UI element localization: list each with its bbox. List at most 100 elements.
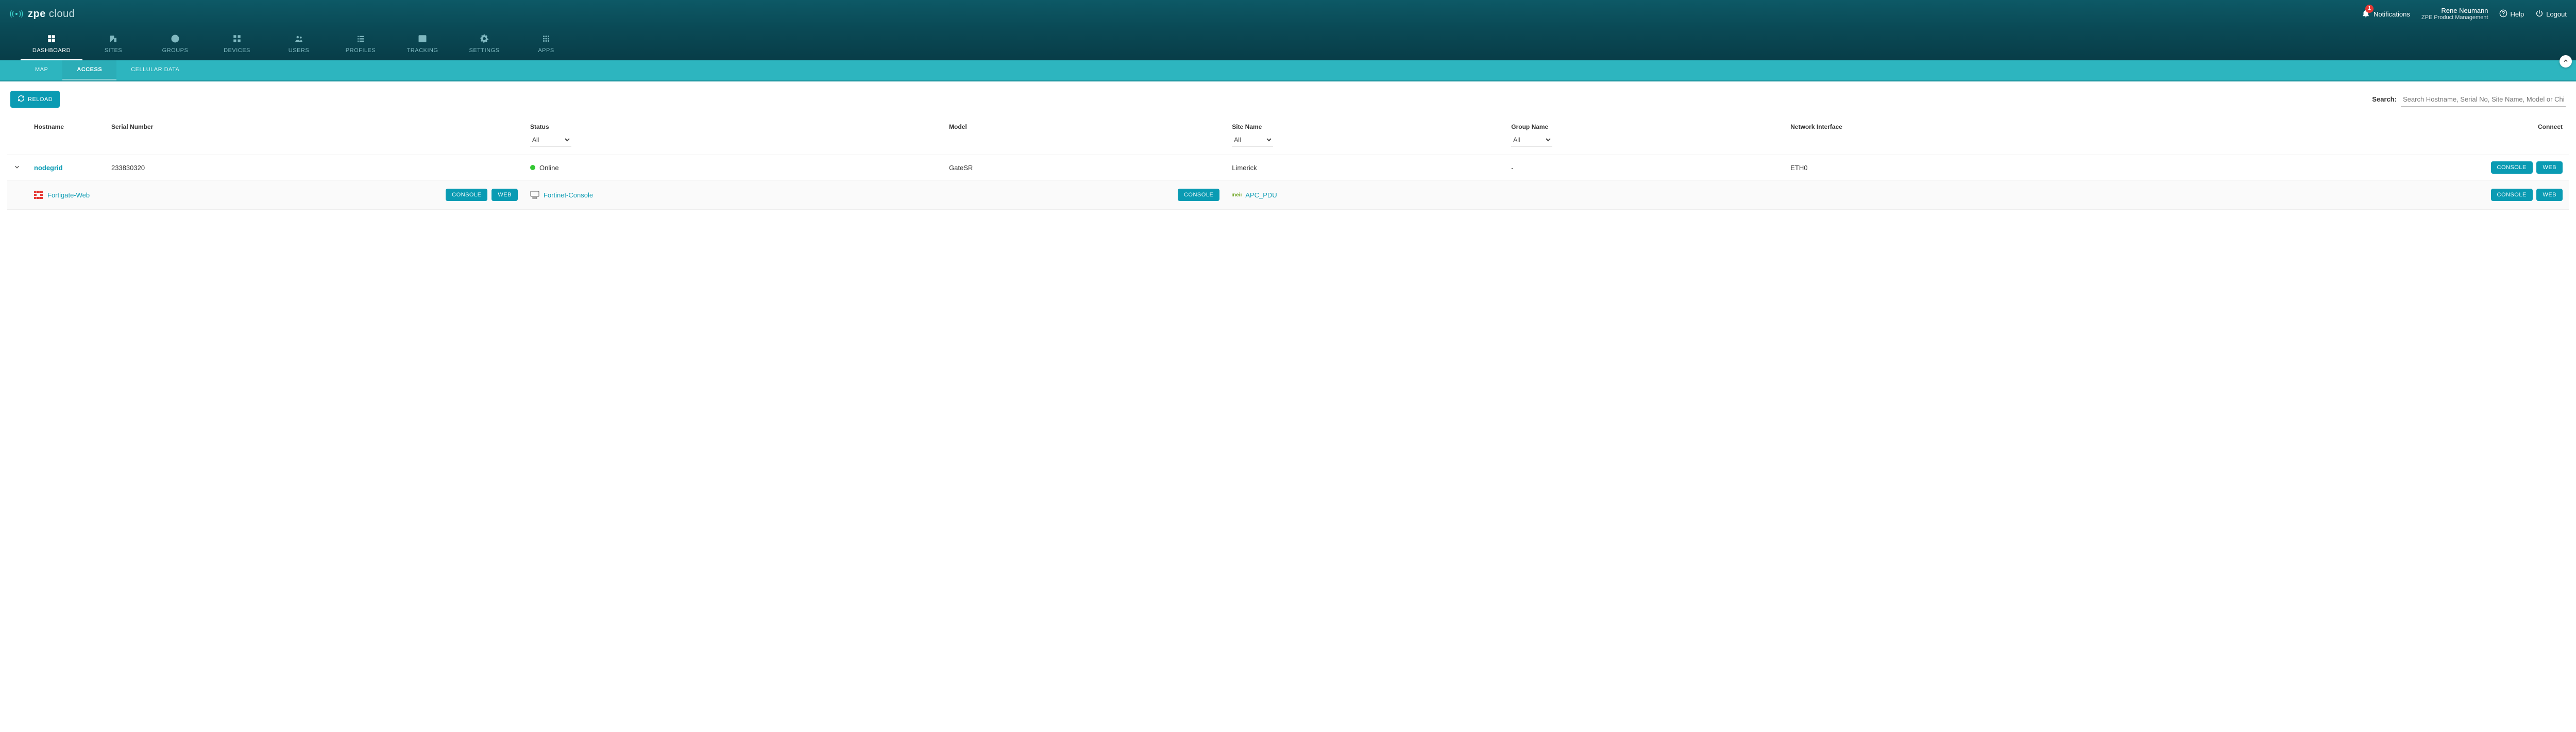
child-devices-row: Fortigate-Web CONSOLE WEB — [7, 180, 2569, 210]
child-console-button[interactable]: CONSOLE — [446, 189, 487, 201]
status-text: Online — [539, 164, 559, 172]
collapse-nav-button[interactable] — [2560, 55, 2572, 68]
sub-nav: MAP ACCESS CELLULAR DATA — [0, 60, 2576, 81]
building-icon — [109, 34, 118, 45]
nav-label: DEVICES — [224, 47, 250, 54]
child-web-button[interactable]: WEB — [2536, 189, 2563, 201]
reload-icon — [18, 95, 25, 104]
notification-count-badge: 1 — [2365, 5, 2374, 13]
gear-icon — [480, 34, 489, 45]
nav-settings[interactable]: SETTINGS — [453, 28, 515, 60]
nav-label: PROFILES — [346, 47, 376, 54]
user-name: Rene Neumann — [2441, 7, 2488, 15]
row-expander[interactable] — [7, 155, 28, 180]
col-site[interactable]: Site Name All — [1226, 117, 1505, 155]
chevron-up-icon — [2563, 58, 2569, 65]
user-org: ZPE Product Management — [2421, 14, 2488, 21]
child-device: Fortigate-Web — [34, 191, 428, 199]
table-header-row: Hostname Serial Number Status All Model … — [7, 117, 2569, 155]
fortigate-icon — [34, 191, 43, 199]
logo-text: zpe cloud — [28, 8, 75, 20]
child-device-name[interactable]: Fortigate-Web — [47, 191, 90, 199]
help-link[interactable]: Help — [2499, 9, 2524, 19]
web-button[interactable]: WEB — [2536, 161, 2563, 174]
logout-label: Logout — [2546, 10, 2567, 18]
devices-icon — [232, 34, 242, 45]
apc-icon: ıneiı — [1232, 191, 1241, 199]
reload-button[interactable]: RELOAD — [10, 91, 60, 108]
nav-label: DASHBOARD — [32, 47, 71, 54]
main-nav: DASHBOARD SITES GROUPS DEVICES USERS PRO… — [0, 28, 2576, 60]
status-dot-online — [530, 165, 535, 170]
power-icon — [2535, 9, 2544, 19]
header-top: zpe cloud 1 Notifications Rene Neumann Z… — [0, 0, 2576, 28]
col-hostname[interactable]: Hostname — [28, 117, 105, 155]
help-label: Help — [2510, 10, 2524, 18]
table-zone: Hostname Serial Number Status All Model … — [0, 117, 2576, 217]
dashboard-icon — [47, 34, 56, 45]
child-device-name[interactable]: APC_PDU — [1245, 191, 1277, 199]
site-cell: Limerick — [1226, 155, 1505, 180]
user-block[interactable]: Rene Neumann ZPE Product Management — [2421, 7, 2488, 22]
nav-sites[interactable]: SITES — [82, 28, 144, 60]
toolbar: RELOAD Search: — [0, 81, 2576, 117]
col-connect[interactable]: Connect — [2119, 117, 2569, 155]
subnav-map[interactable]: MAP — [21, 60, 62, 80]
nav-users[interactable]: USERS — [268, 28, 330, 60]
notifications[interactable]: 1 Notifications — [2361, 9, 2410, 20]
logo-icon — [9, 7, 24, 21]
devices-table: Hostname Serial Number Status All Model … — [7, 117, 2569, 210]
list-icon — [356, 34, 365, 45]
child-device: ıneiı APC_PDU — [1232, 191, 1778, 199]
site-filter[interactable]: All — [1232, 134, 1273, 146]
group-filter[interactable]: All — [1511, 134, 1552, 146]
serial-cell: 233830320 — [105, 155, 524, 180]
notifications-label: Notifications — [2374, 10, 2410, 18]
nav-label: SETTINGS — [469, 47, 499, 54]
nav-profiles[interactable]: PROFILES — [330, 28, 392, 60]
child-device-name[interactable]: Fortinet-Console — [544, 191, 593, 199]
status-filter[interactable]: All — [530, 134, 571, 146]
child-console-button[interactable]: CONSOLE — [2491, 189, 2533, 201]
group-cell: - — [1505, 155, 1784, 180]
status-cell: Online — [530, 164, 937, 172]
chevron-down-icon — [13, 164, 21, 172]
nav-devices[interactable]: DEVICES — [206, 28, 268, 60]
netif-cell: ETH0 — [1784, 155, 2119, 180]
subnav-cellular-data[interactable]: CELLULAR DATA — [116, 60, 194, 80]
search-input[interactable] — [2401, 92, 2566, 107]
child-console-button[interactable]: CONSOLE — [1178, 189, 1219, 201]
col-group[interactable]: Group Name All — [1505, 117, 1784, 155]
col-serial[interactable]: Serial Number — [105, 117, 524, 155]
nav-apps[interactable]: APPS — [515, 28, 577, 60]
col-status[interactable]: Status All — [524, 117, 943, 155]
model-cell: GateSR — [943, 155, 1226, 180]
image-icon — [418, 34, 427, 45]
nav-label: USERS — [289, 47, 309, 54]
nav-dashboard[interactable]: DASHBOARD — [21, 28, 82, 60]
search-label: Search: — [2372, 95, 2397, 103]
nav-label: TRACKING — [407, 47, 438, 54]
child-device: Fortinet-Console — [530, 191, 1160, 199]
hostname-link[interactable]: nodegrid — [34, 164, 63, 172]
groups-icon — [171, 34, 180, 45]
nav-label: APPS — [538, 47, 554, 54]
apps-icon — [541, 34, 551, 45]
nav-label: GROUPS — [162, 47, 189, 54]
col-model[interactable]: Model — [943, 117, 1226, 155]
child-web-button[interactable]: WEB — [492, 189, 518, 201]
logout-link[interactable]: Logout — [2535, 9, 2567, 19]
console-button[interactable]: CONSOLE — [2491, 161, 2533, 174]
nav-label: SITES — [105, 47, 122, 54]
col-netif[interactable]: Network Interface — [1784, 117, 2119, 155]
reload-label: RELOAD — [28, 96, 53, 103]
nav-groups[interactable]: GROUPS — [144, 28, 206, 60]
console-icon — [530, 191, 539, 199]
users-icon — [294, 34, 303, 45]
help-icon — [2499, 9, 2507, 19]
table-row: nodegrid 233830320 Online GateSR Limeric… — [7, 155, 2569, 180]
search-wrap: Search: — [2372, 92, 2566, 107]
nav-tracking[interactable]: TRACKING — [392, 28, 453, 60]
brand-logo[interactable]: zpe cloud — [9, 7, 75, 21]
subnav-access[interactable]: ACCESS — [62, 60, 116, 80]
